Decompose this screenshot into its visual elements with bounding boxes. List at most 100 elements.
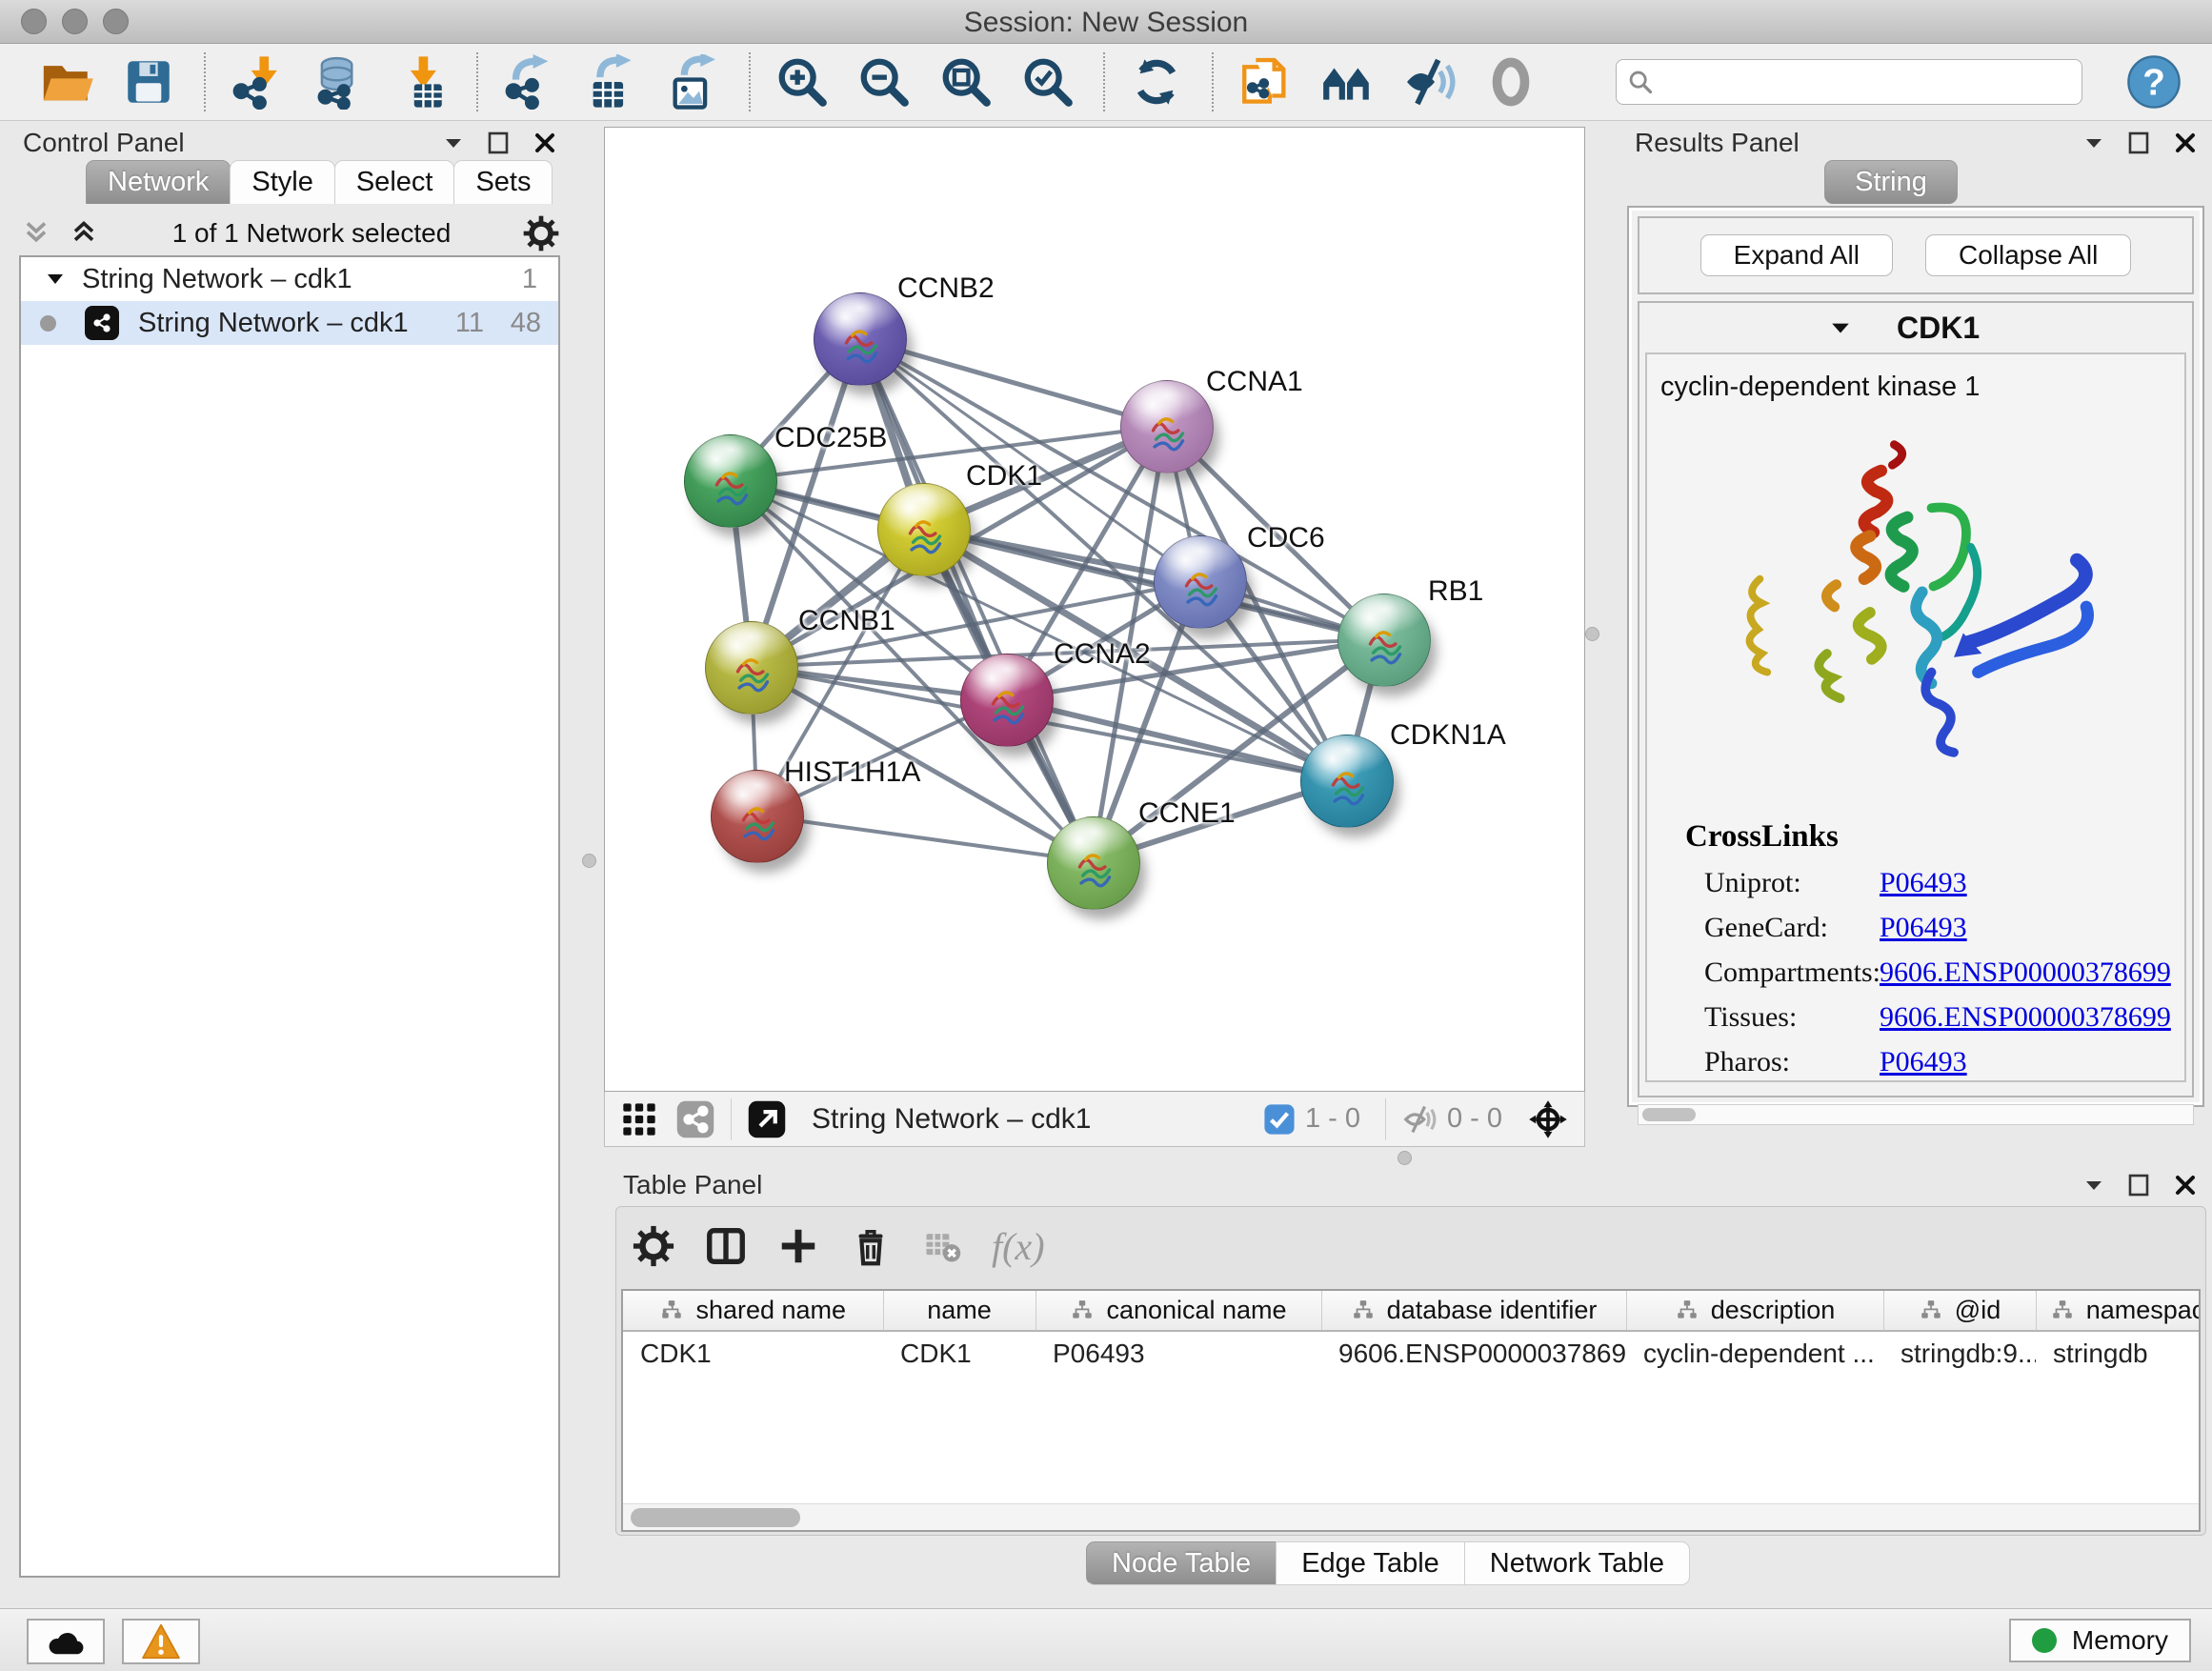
tree-expander-icon[interactable]: [46, 272, 65, 287]
zoom-in-button[interactable]: [768, 50, 836, 114]
export-table-button[interactable]: [577, 50, 646, 114]
network-node-ccnb2[interactable]: [814, 292, 907, 386]
save-session-button[interactable]: [114, 50, 183, 114]
network-node-ccna1[interactable]: [1120, 380, 1214, 473]
tab-edge-table[interactable]: Edge Table: [1276, 1541, 1465, 1585]
col-database-identifier[interactable]: database identifier: [1321, 1291, 1626, 1331]
collapse-all-button[interactable]: Collapse All: [1925, 234, 2131, 276]
help-button[interactable]: ?: [2126, 54, 2182, 110]
close-panel-icon[interactable]: [2174, 131, 2197, 154]
cell-database-identifier[interactable]: 9606.ENSP00000378699: [1321, 1331, 1626, 1375]
maximize-panel-icon[interactable]: [488, 131, 509, 155]
collapse-all-icon[interactable]: [19, 216, 53, 251]
cell-id[interactable]: stringdb:9...: [1883, 1331, 2036, 1375]
maximize-panel-icon[interactable]: [2128, 131, 2149, 155]
network-collection-row[interactable]: String Network – cdk1 1: [21, 257, 558, 301]
tab-select[interactable]: Select: [334, 160, 455, 204]
uniprot-link[interactable]: P06493: [1880, 867, 1967, 899]
first-neighbors-button[interactable]: [1313, 50, 1381, 114]
float-panel-icon[interactable]: [2084, 1178, 2103, 1192]
cell-canonical-name[interactable]: P06493: [1036, 1331, 1321, 1375]
gear-icon[interactable]: [632, 1224, 675, 1268]
export-network-button[interactable]: [495, 50, 564, 114]
cell-description[interactable]: cyclin-dependent ...: [1626, 1331, 1883, 1375]
protein-section-header[interactable]: CDK1: [1639, 303, 2192, 352]
network-node-cdkn1a[interactable]: [1300, 735, 1394, 828]
tab-network-table[interactable]: Network Table: [1464, 1541, 1690, 1585]
network-node-ccne1[interactable]: [1047, 816, 1140, 910]
network-node-ccna2[interactable]: [960, 654, 1054, 747]
cell-shared-name[interactable]: CDK1: [623, 1331, 883, 1375]
open-in-window-button[interactable]: [747, 1099, 787, 1139]
zoom-fit-button[interactable]: [932, 50, 1000, 114]
open-session-button[interactable]: [32, 50, 101, 114]
genecard-link[interactable]: P06493: [1880, 912, 1967, 944]
search-input[interactable]: [1616, 59, 2082, 105]
tab-sets[interactable]: Sets: [453, 160, 553, 204]
close-panel-icon[interactable]: [533, 131, 556, 154]
col-description[interactable]: description: [1626, 1291, 1883, 1331]
pharos-link[interactable]: P06493: [1880, 1046, 1967, 1078]
network-options-gear-icon[interactable]: [522, 214, 560, 252]
columns-icon[interactable]: [704, 1224, 748, 1268]
table-hscrollbar[interactable]: [623, 1503, 2199, 1530]
add-column-icon[interactable]: [776, 1224, 820, 1268]
bottom-splitter-grip[interactable]: [1398, 1151, 1412, 1165]
clear-table-icon[interactable]: [921, 1225, 963, 1267]
checkbox-icon: [1263, 1103, 1296, 1136]
hide-selection-button[interactable]: [1395, 50, 1463, 114]
cell-name[interactable]: CDK1: [883, 1331, 1036, 1375]
network-node-cdc25b[interactable]: [684, 434, 777, 528]
cell-namespace[interactable]: stringdb: [2036, 1331, 2201, 1375]
table-row[interactable]: CDK1 CDK1 P06493 9606.ENSP00000378699 cy…: [623, 1331, 2201, 1375]
left-splitter-grip[interactable]: [582, 854, 596, 868]
function-icon[interactable]: f(x): [992, 1224, 1045, 1269]
node-table[interactable]: shared name name canonical name database…: [621, 1289, 2201, 1532]
section-expander-icon[interactable]: [1830, 320, 1851, 335]
clone-network-button[interactable]: [1231, 50, 1299, 114]
scrollbar-thumb[interactable]: [631, 1508, 800, 1527]
float-panel-icon[interactable]: [2084, 136, 2103, 150]
col-id[interactable]: @id: [1883, 1291, 2036, 1331]
network-node-cdk1[interactable]: [877, 483, 971, 576]
export-image-button[interactable]: [659, 50, 728, 114]
import-database-button[interactable]: [305, 50, 373, 114]
zoom-selected-button[interactable]: [1014, 50, 1082, 114]
tab-network[interactable]: Network: [86, 160, 231, 204]
float-panel-icon[interactable]: [444, 136, 463, 150]
results-panel-title: Results Panel: [1623, 128, 1800, 158]
expand-all-icon[interactable]: [67, 216, 101, 251]
refresh-button[interactable]: [1122, 50, 1191, 114]
network-canvas[interactable]: CCNB2CCNA1CDC25BCDK1CDC6RB1CCNB1CCNA2CDK…: [604, 127, 1585, 1092]
network-row[interactable]: String Network – cdk1 11 48: [21, 301, 558, 345]
tab-string[interactable]: String: [1824, 160, 1958, 204]
col-canonical-name[interactable]: canonical name: [1036, 1291, 1321, 1331]
network-node-cdc6[interactable]: [1154, 535, 1247, 629]
selected-checkbox[interactable]: [1263, 1103, 1296, 1136]
tissues-link[interactable]: 9606.ENSP00000378699: [1880, 1001, 2171, 1034]
col-shared-name[interactable]: shared name: [623, 1291, 883, 1331]
tab-node-table[interactable]: Node Table: [1086, 1541, 1277, 1585]
warning-button[interactable]: [122, 1619, 200, 1664]
zoom-out-button[interactable]: [850, 50, 918, 114]
show-all-button[interactable]: [1477, 50, 1545, 114]
expand-all-button[interactable]: Expand All: [1700, 234, 1893, 276]
col-name[interactable]: name: [883, 1291, 1036, 1331]
cloud-button[interactable]: [27, 1619, 105, 1664]
birdseye-toggle-button[interactable]: [620, 1100, 658, 1138]
memory-button[interactable]: Memory: [2009, 1619, 2191, 1662]
col-namespace[interactable]: namespace: [2036, 1291, 2201, 1331]
import-network-button[interactable]: [223, 50, 292, 114]
string-style-button[interactable]: [675, 1099, 715, 1139]
delete-icon[interactable]: [849, 1224, 893, 1268]
compartments-link[interactable]: 9606.ENSP00000378699: [1880, 956, 2171, 989]
network-node-ccnb1[interactable]: [705, 621, 798, 715]
right-splitter-grip[interactable]: [1585, 627, 1599, 641]
pan-mode-button[interactable]: [1527, 1098, 1569, 1140]
results-hscrollbar[interactable]: [1638, 1104, 2194, 1125]
network-node-rb1[interactable]: [1337, 594, 1431, 687]
import-table-button[interactable]: [387, 50, 455, 114]
tab-style[interactable]: Style: [230, 160, 334, 204]
close-panel-icon[interactable]: [2174, 1174, 2197, 1197]
maximize-panel-icon[interactable]: [2128, 1173, 2149, 1198]
